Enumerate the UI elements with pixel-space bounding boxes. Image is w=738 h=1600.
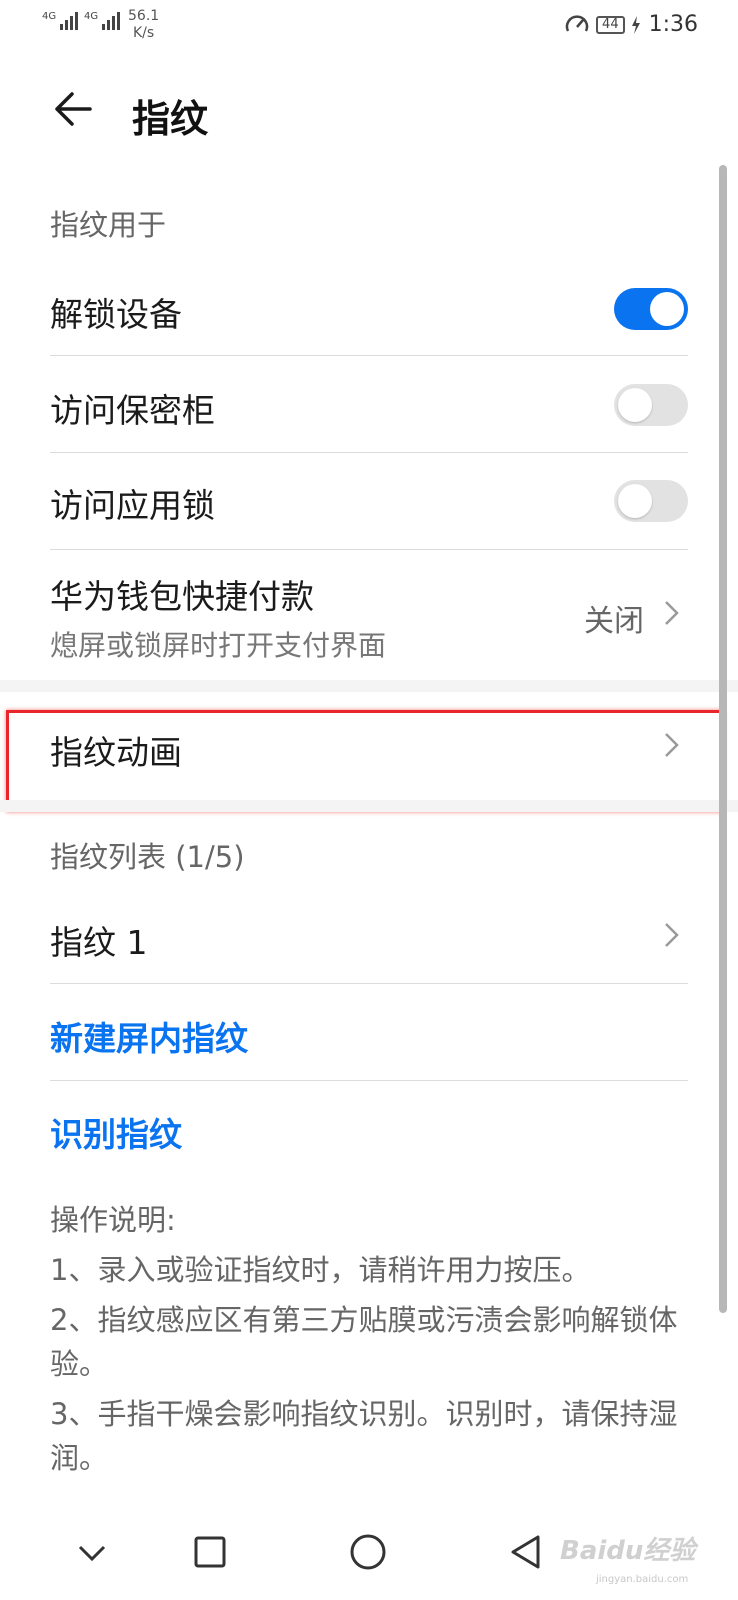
unlock-device-row[interactable]: 解锁设备 (50, 270, 688, 354)
status-bar: 4G 4G 56.1 K/s 44 1:36 (0, 0, 738, 52)
chevron-right-icon (665, 601, 679, 625)
battery-indicator: 44 (596, 15, 625, 34)
watermark-logo: Baidu经验 (560, 1536, 696, 1566)
page-title: 指纹 (132, 97, 209, 141)
instructions-heading: 操作说明: (50, 1203, 176, 1237)
unlock-device-label: 解锁设备 (50, 295, 182, 334)
network-type-label: 4G (84, 11, 99, 22)
status-right: 44 1:36 (564, 12, 698, 37)
fingerprint-item-label: 指纹 1 (50, 923, 148, 962)
scrollbar[interactable] (719, 165, 727, 1313)
instruction-line: 3、手指干燥会影响指纹识别。识别时，请保持湿润。 (50, 1397, 678, 1475)
network-type-label: 4G (42, 11, 57, 22)
highlight-box (6, 710, 724, 812)
network-speed-value: 56.1 (128, 8, 160, 24)
app-lock-toggle[interactable] (614, 480, 688, 522)
toggle-knob (650, 292, 684, 326)
charging-bolt-icon (631, 15, 640, 34)
home-circle-icon[interactable] (346, 1530, 390, 1574)
safe-access-label: 访问保密柜 (50, 391, 215, 430)
identify-fingerprint-button[interactable]: 识别指纹 (50, 1108, 182, 1156)
watermark-url: jingyan.baidu.com (596, 1574, 689, 1585)
safe-access-row[interactable]: 访问保密柜 (50, 356, 688, 452)
instruction-line: 1、录入或验证指纹时，请稍许用力按压。 (50, 1253, 591, 1287)
section-gap (0, 800, 738, 812)
safe-access-toggle[interactable] (614, 384, 688, 426)
clock: 1:36 (648, 12, 698, 37)
app-lock-row[interactable]: 访问应用锁 (50, 453, 688, 549)
back-triangle-icon[interactable] (504, 1530, 548, 1574)
toggle-knob (618, 388, 652, 422)
speedometer-icon (565, 14, 589, 32)
chevron-right-icon (665, 923, 679, 947)
signal-strength-icon: 4G (42, 11, 79, 30)
chevron-down-icon[interactable] (70, 1530, 114, 1574)
network-speed: 56.1 K/s (128, 8, 159, 42)
back-arrow-icon[interactable] (52, 87, 96, 131)
divider (50, 1080, 688, 1081)
app-lock-label: 访问应用锁 (50, 486, 215, 525)
new-fingerprint-button[interactable]: 新建屏内指纹 (50, 1012, 248, 1060)
instruction-line: 2、指纹感应区有第三方贴膜或污渍会影响解锁体验。 (50, 1303, 678, 1381)
recent-apps-square-icon[interactable] (188, 1530, 232, 1574)
fingerprint-item-row[interactable]: 指纹 1 (50, 890, 688, 982)
instructions: 操作说明: 1、录入或验证指纹时，请稍许用力按压。 2、指纹感应区有第三方贴膜或… (50, 1198, 690, 1480)
wallet-payment-row[interactable]: 华为钱包快捷付款 熄屏或锁屏时打开支付界面 关闭 (50, 550, 688, 676)
wallet-payment-label: 华为钱包快捷付款 (50, 577, 314, 616)
unlock-device-toggle[interactable] (614, 288, 688, 330)
divider (50, 983, 688, 984)
wallet-payment-value: 关闭 (584, 604, 644, 639)
section-heading-fingerprint-list: 指纹列表 (1/5) (50, 840, 245, 874)
section-gap (0, 680, 738, 692)
toggle-knob (618, 484, 652, 518)
signal-strength-icon: 4G (84, 11, 121, 30)
app-bar: 指纹 (0, 60, 738, 160)
wallet-payment-sublabel: 熄屏或锁屏时打开支付界面 (50, 629, 387, 662)
network-speed-unit: K/s (132, 25, 155, 41)
section-heading-usage: 指纹用于 (50, 208, 167, 242)
